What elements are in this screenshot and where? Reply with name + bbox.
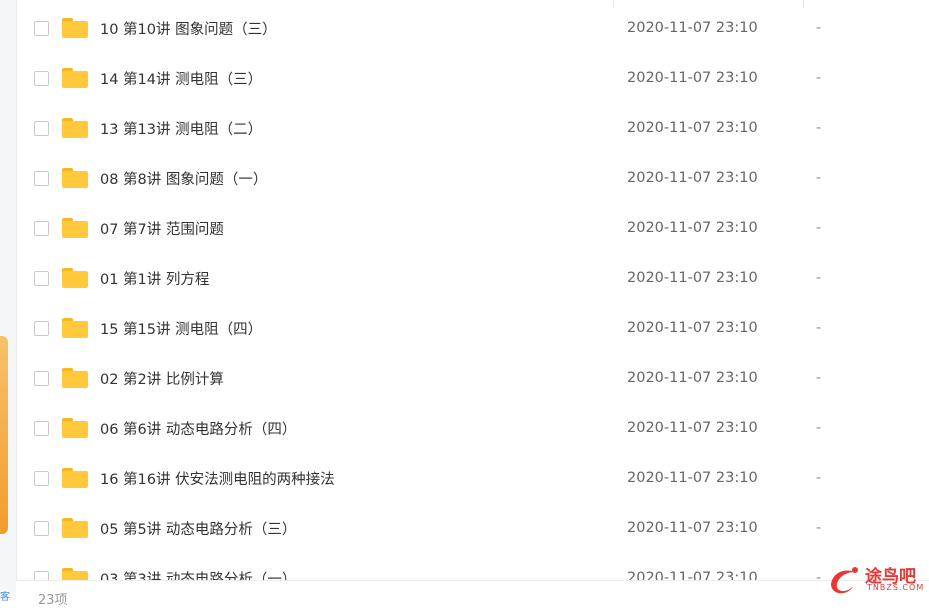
modified-date: 2020-11-07 23:10 bbox=[627, 570, 758, 580]
row-checkbox[interactable] bbox=[34, 520, 49, 536]
file-size: - bbox=[816, 370, 822, 386]
file-size: - bbox=[816, 170, 822, 186]
modified-date: 2020-11-07 23:10 bbox=[627, 20, 758, 36]
row-checkbox[interactable] bbox=[34, 570, 49, 580]
file-size: - bbox=[816, 420, 822, 436]
file-name[interactable]: 14 第14讲 测电阻（三） bbox=[100, 68, 262, 89]
row-checkbox[interactable] bbox=[34, 220, 49, 236]
modified-date: 2020-11-07 23:10 bbox=[627, 370, 758, 386]
row-checkbox[interactable] bbox=[34, 170, 49, 186]
file-row[interactable]: 02 第2讲 比例计算 2020-11-07 23:10 - bbox=[16, 353, 929, 403]
file-row[interactable]: 13 第13讲 测电阻（二） 2020-11-07 23:10 - bbox=[16, 103, 929, 153]
file-name[interactable]: 06 第6讲 动态电路分析（四） bbox=[100, 418, 296, 439]
modified-date: 2020-11-07 23:10 bbox=[627, 220, 758, 236]
item-count: 23项 bbox=[38, 593, 68, 608]
row-checkbox[interactable] bbox=[34, 470, 49, 486]
modified-date: 2020-11-07 23:10 bbox=[627, 120, 758, 136]
folder-icon bbox=[62, 18, 88, 38]
file-name[interactable]: 05 第5讲 动态电路分析（三） bbox=[100, 518, 296, 539]
file-row[interactable]: 05 第5讲 动态电路分析（三） 2020-11-07 23:10 - bbox=[16, 503, 929, 553]
row-checkbox[interactable] bbox=[34, 420, 49, 436]
file-name[interactable]: 07 第7讲 范围问题 bbox=[100, 218, 224, 239]
file-size: - bbox=[816, 570, 822, 580]
tuniao-logo-icon bbox=[831, 567, 858, 594]
watermark-subtext: TNBZS.COM bbox=[867, 583, 925, 592]
modified-date: 2020-11-07 23:10 bbox=[627, 270, 758, 286]
folder-icon bbox=[62, 418, 88, 438]
file-name[interactable]: 01 第1讲 列方程 bbox=[100, 268, 209, 289]
file-row[interactable]: 16 第16讲 伏安法测电阻的两种接法 2020-11-07 23:10 - bbox=[16, 453, 929, 503]
file-size: - bbox=[816, 320, 822, 336]
folder-icon bbox=[62, 218, 88, 238]
file-name[interactable]: 16 第16讲 伏安法测电阻的两种接法 bbox=[100, 468, 335, 489]
folder-icon bbox=[62, 68, 88, 88]
modified-date: 2020-11-07 23:10 bbox=[627, 420, 758, 436]
file-size: - bbox=[816, 270, 822, 286]
folder-icon bbox=[62, 168, 88, 188]
watermark: 途鸟吧 TNBZS.COM bbox=[825, 562, 925, 596]
file-row[interactable]: 07 第7讲 范围问题 2020-11-07 23:10 - bbox=[16, 203, 929, 253]
modified-date: 2020-11-07 23:10 bbox=[627, 320, 758, 336]
file-name[interactable]: 10 第10讲 图象问题（三） bbox=[100, 18, 277, 39]
file-row[interactable]: 08 第8讲 图象问题（一） 2020-11-07 23:10 - bbox=[16, 153, 929, 203]
file-name[interactable]: 13 第13讲 测电阻（二） bbox=[100, 118, 262, 139]
file-size: - bbox=[816, 120, 822, 136]
row-checkbox[interactable] bbox=[34, 320, 49, 336]
footer: 23项 bbox=[16, 580, 929, 608]
folder-icon bbox=[62, 468, 88, 488]
folder-icon bbox=[62, 118, 88, 138]
file-size: - bbox=[816, 220, 822, 236]
file-name[interactable]: 15 第15讲 测电阻（四） bbox=[100, 318, 262, 339]
modified-date: 2020-11-07 23:10 bbox=[627, 170, 758, 186]
row-checkbox[interactable] bbox=[34, 270, 49, 286]
file-size: - bbox=[816, 520, 822, 536]
file-size: - bbox=[816, 20, 822, 36]
file-list: 10 第10讲 图象问题（三） 2020-11-07 23:10-14 第14讲 … bbox=[16, 0, 929, 580]
file-row[interactable]: 06 第6讲 动态电路分析（四） 2020-11-07 23:10 - bbox=[16, 403, 929, 453]
file-row[interactable]: 01 第1讲 列方程 2020-11-07 23:10 - bbox=[16, 253, 929, 303]
modified-date: 2020-11-07 23:10 bbox=[627, 520, 758, 536]
file-name[interactable]: 03 第3讲 动态电路分析（一） bbox=[100, 568, 296, 581]
folder-icon bbox=[62, 318, 88, 338]
file-row[interactable]: 14 第14讲 测电阻（三） 2020-11-07 23:10 - bbox=[16, 53, 929, 103]
row-checkbox[interactable] bbox=[34, 120, 49, 136]
row-checkbox[interactable] bbox=[34, 370, 49, 386]
left-sidebar-strip: 客 bbox=[0, 0, 17, 603]
file-name[interactable]: 08 第8讲 图象问题（一） bbox=[100, 168, 267, 189]
file-row[interactable]: 03 第3讲 动态电路分析（一） 2020-11-07 23:10 - bbox=[16, 553, 929, 580]
row-checkbox[interactable] bbox=[34, 70, 49, 86]
modified-date: 2020-11-07 23:10 bbox=[627, 70, 758, 86]
folder-icon bbox=[62, 268, 88, 288]
folder-icon bbox=[62, 368, 88, 388]
file-name[interactable]: 02 第2讲 比例计算 bbox=[100, 368, 224, 389]
file-size: - bbox=[816, 470, 822, 486]
file-row[interactable]: 15 第15讲 测电阻（四） 2020-11-07 23:10 - bbox=[16, 303, 929, 353]
sidebar-accent bbox=[0, 336, 8, 534]
folder-icon bbox=[62, 518, 88, 538]
file-row[interactable]: 10 第10讲 图象问题（三） 2020-11-07 23:10 - bbox=[16, 3, 929, 53]
folder-icon bbox=[62, 568, 88, 580]
modified-date: 2020-11-07 23:10 bbox=[627, 470, 758, 486]
file-size: - bbox=[816, 70, 822, 86]
sidebar-fragment: 客 bbox=[0, 592, 10, 603]
row-checkbox[interactable] bbox=[34, 20, 49, 36]
